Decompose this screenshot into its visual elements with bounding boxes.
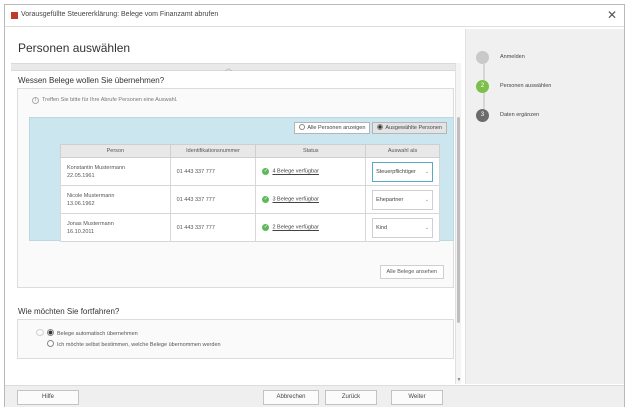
step-number-icon: 2 bbox=[476, 80, 489, 93]
main-content: Personen auswählen ︿ Wessen Belege wolle… bbox=[11, 29, 461, 384]
radio-icon[interactable] bbox=[47, 340, 54, 347]
table-row[interactable]: Jonas Mustermann 16.10.2011 01 443 337 7… bbox=[60, 213, 440, 242]
back-button[interactable]: Zurück bbox=[325, 390, 377, 405]
selection-value: Ehepartner bbox=[376, 196, 404, 203]
step-complete-data-label: Daten ergänzen bbox=[500, 112, 540, 118]
next-button[interactable]: Weiter bbox=[391, 390, 443, 405]
selection-cell: Kind ⌄ bbox=[365, 213, 440, 242]
step-connector bbox=[483, 64, 485, 80]
show-selected-persons-button[interactable]: Ausgewählte Personen bbox=[372, 122, 447, 134]
receipts-available-link[interactable]: 3 Belege verfügbar bbox=[272, 197, 318, 203]
section-persons-title: Wessen Belege wollen Sie übernehmen? bbox=[18, 76, 165, 85]
radio-focus-ring-icon bbox=[36, 329, 44, 336]
view-all-receipts-button[interactable]: Alle Belege ansehen bbox=[379, 265, 444, 279]
radio-icon bbox=[299, 124, 306, 130]
table-row[interactable]: Konstantin Mustermann 22.05.1961 01 443 … bbox=[60, 157, 440, 186]
section-continue-title: Wie möchten Sie fortfahren? bbox=[18, 307, 120, 316]
status-cell: ✓ 4 Belege verfügbar bbox=[255, 157, 367, 186]
selection-value: Kind bbox=[376, 224, 388, 231]
selection-cell: Steuerpflichtiger ⌄ bbox=[365, 157, 440, 186]
persons-table: Person Identifikationsnummer Status Ausw… bbox=[60, 144, 440, 242]
info-icon: i bbox=[32, 97, 39, 104]
selection-value: Steuerpflichtiger bbox=[376, 168, 416, 175]
person-id: 01 443 337 777 bbox=[169, 185, 257, 214]
page-title: Personen auswählen bbox=[18, 41, 131, 55]
continue-options: Belege automatisch übernehmen Ich möchte… bbox=[36, 329, 221, 351]
show-all-persons-button[interactable]: Alle Personen anzeigen bbox=[294, 122, 371, 134]
option-manual[interactable]: Ich möchte selbst bestimmen, welche Bele… bbox=[36, 340, 221, 351]
step-select-persons-label: Personen auswählen bbox=[500, 83, 552, 89]
persons-panel: i Treffen Sie bitte für Ihre Abrufe Perso… bbox=[17, 88, 454, 288]
receipts-available-link[interactable]: 4 Belege verfügbar bbox=[272, 169, 318, 175]
window-title: Vorausgefüllte Steuererklärung: Belege v… bbox=[21, 11, 219, 18]
cancel-button[interactable]: Abbrechen bbox=[263, 390, 319, 405]
option-automatic[interactable]: Belege automatisch übernehmen bbox=[36, 329, 221, 340]
show-all-persons-label: Alle Personen anzeigen bbox=[307, 125, 366, 131]
button-bar: Hilfe Abbrechen Zurück Weiter bbox=[5, 385, 624, 407]
option-automatic-label: Belege automatisch übernehmen bbox=[57, 331, 138, 337]
person-birthdate: 22.05.1961 bbox=[67, 172, 95, 179]
app-logo-icon bbox=[11, 12, 18, 19]
check-circle-icon: ✓ bbox=[262, 168, 270, 175]
person-name: Jonas Mustermann bbox=[67, 220, 114, 227]
person-id: 01 443 337 777 bbox=[169, 213, 257, 242]
column-header-selection[interactable]: Auswahl als bbox=[365, 144, 440, 158]
table-filter-toolbar: Alle Personen anzeigen Ausgewählte Perso… bbox=[294, 122, 447, 134]
title-bar: Vorausgefüllte Steuererklärung: Belege v… bbox=[5, 5, 624, 27]
person-birthdate: 13.06.1962 bbox=[67, 200, 95, 207]
wizard-steps-sidebar: Anmelden 2 Personen auswählen 3 Daten er… bbox=[465, 29, 624, 384]
person-id: 01 443 337 777 bbox=[169, 157, 257, 186]
chevron-down-icon: ⌄ bbox=[424, 224, 429, 231]
status-cell: ✓ 2 Belege verfügbar bbox=[255, 213, 367, 242]
scroll-down-icon[interactable]: ▼ bbox=[456, 377, 462, 383]
help-button[interactable]: Hilfe bbox=[17, 390, 79, 405]
radio-checked-icon[interactable] bbox=[47, 329, 54, 336]
person-cell: Konstantin Mustermann 22.05.1961 bbox=[60, 157, 171, 186]
selection-dropdown[interactable]: Steuerpflichtiger ⌄ bbox=[372, 161, 433, 182]
person-name: Konstantin Mustermann bbox=[67, 164, 126, 171]
check-circle-icon: ✓ bbox=[262, 196, 270, 203]
chevron-down-icon: ⌄ bbox=[424, 196, 429, 203]
selection-hint-text: Treffen Sie bitte für Ihre Abrufe Person… bbox=[42, 97, 178, 103]
receipts-available-link[interactable]: 2 Belege verfügbar bbox=[272, 225, 318, 231]
dialog-window: Vorausgefüllte Steuererklärung: Belege v… bbox=[4, 4, 625, 407]
chevron-up-icon[interactable]: ︿ bbox=[225, 63, 232, 73]
selection-dropdown[interactable]: Ehepartner ⌄ bbox=[372, 189, 433, 210]
selection-dropdown[interactable]: Kind ⌄ bbox=[372, 217, 433, 238]
column-header-status[interactable]: Status bbox=[255, 144, 367, 158]
scrollbar-thumb[interactable] bbox=[457, 117, 460, 323]
table-row[interactable]: Nicole Mustermann 13.06.1962 01 443 337 … bbox=[60, 185, 440, 214]
table-header-row: Person Identifikationsnummer Status Ausw… bbox=[60, 144, 440, 158]
step-connector bbox=[483, 93, 485, 109]
selection-hint: i Treffen Sie bitte für Ihre Abrufe Perso… bbox=[32, 97, 177, 104]
person-name: Nicole Mustermann bbox=[67, 192, 115, 199]
person-cell: Nicole Mustermann 13.06.1962 bbox=[60, 185, 171, 214]
option-manual-label: Ich möchte selbst bestimmen, welche Bele… bbox=[57, 342, 221, 348]
column-header-id[interactable]: Identifikationsnummer bbox=[169, 144, 257, 158]
check-circle-icon: ✓ bbox=[262, 224, 270, 231]
person-birthdate: 16.10.2011 bbox=[67, 228, 95, 235]
close-icon[interactable]: ✕ bbox=[607, 8, 617, 22]
vertical-scrollbar[interactable]: ▼ bbox=[455, 63, 461, 384]
persons-table-container: Alle Personen anzeigen Ausgewählte Perso… bbox=[29, 117, 454, 242]
person-cell: Jonas Mustermann 16.10.2011 bbox=[60, 213, 171, 242]
page-header: Personen auswählen bbox=[11, 29, 461, 63]
radio-checked-icon bbox=[377, 124, 384, 130]
status-cell: ✓ 3 Belege verfügbar bbox=[255, 185, 367, 214]
chevron-down-icon: ⌄ bbox=[424, 168, 429, 175]
step-done-icon bbox=[476, 51, 489, 64]
step-number-icon: 3 bbox=[476, 109, 489, 122]
step-sign-in-label: Anmelden bbox=[500, 54, 525, 60]
continue-options-panel: Belege automatisch übernehmen Ich möchte… bbox=[17, 319, 454, 359]
show-selected-persons-label: Ausgewählte Personen bbox=[385, 125, 442, 131]
selection-cell: Ehepartner ⌄ bbox=[365, 185, 440, 214]
column-header-person[interactable]: Person bbox=[60, 144, 171, 158]
header-divider: ︿ bbox=[11, 63, 455, 73]
